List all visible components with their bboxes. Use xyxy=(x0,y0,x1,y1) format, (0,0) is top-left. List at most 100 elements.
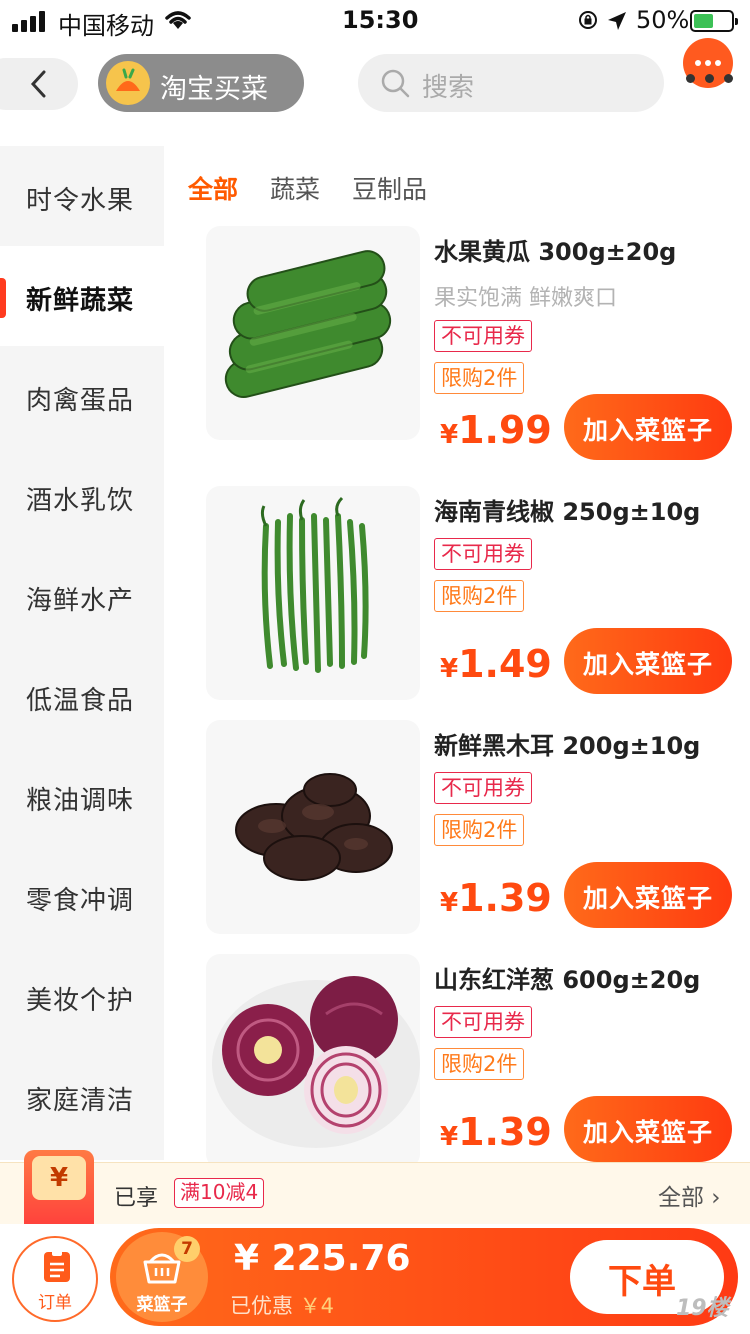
sidebar-item-label: 新鲜蔬菜 xyxy=(26,286,135,316)
no-coupon-tag: 不可用券 xyxy=(434,772,532,804)
product-price: ¥1.99 xyxy=(440,408,552,452)
sidebar-item-label: 肉禽蛋品 xyxy=(26,386,135,416)
sidebar-item-label: 低温食品 xyxy=(26,686,135,716)
product-price: ¥1.39 xyxy=(440,876,552,920)
signal-icon xyxy=(12,10,48,32)
button-label: 加入菜篮子 xyxy=(582,884,713,913)
carrier-name: 中国移动 xyxy=(58,12,154,40)
product-desc: 果实饱满 鲜嫩爽口 xyxy=(434,286,617,311)
chevron-left-icon xyxy=(30,70,46,98)
product-price: ¥1.39 xyxy=(440,1110,552,1154)
sidebar-item-label: 粮油调味 xyxy=(26,786,135,816)
product-card[interactable]: 山东红洋葱 600g±20g 不可用券 限购2件 ¥1.39 加入菜篮子 xyxy=(180,954,750,1188)
discount-bar xyxy=(0,1162,750,1224)
watermark: 19楼 xyxy=(676,1296,729,1321)
all-promotions-link[interactable]: 全部 › xyxy=(658,1178,721,1212)
product-image-red-onion[interactable] xyxy=(206,954,420,1168)
category-sidebar: 时令水果 新鲜蔬菜 肉禽蛋品 酒水乳饮 海鲜水产 低温食品 粮油调味 零食冲调 … xyxy=(0,146,164,1160)
tab-soy-products[interactable]: 豆制品 xyxy=(352,170,427,206)
product-card[interactable]: 水果黄瓜 300g±20g 果实饱满 鲜嫩爽口 不可用券 限购2件 ¥1.99 … xyxy=(180,226,750,460)
currency-symbol: ¥ xyxy=(440,888,459,918)
limit-tag: 限购2件 xyxy=(434,814,525,846)
add-to-basket-button[interactable]: 加入菜篮子 xyxy=(564,1096,732,1162)
no-coupon-tag: 不可用券 xyxy=(434,320,532,352)
orders-button[interactable]: 订单 xyxy=(12,1236,98,1322)
product-name: 海南青线椒 250g±10g xyxy=(434,498,701,526)
product-card[interactable]: 海南青线椒 250g±10g 不可用券 限购2件 ¥1.49 加入菜篮子 xyxy=(180,486,750,720)
currency-symbol: ¥ xyxy=(440,420,459,450)
sidebar-item-label: 酒水乳饮 xyxy=(26,486,135,516)
sidebar-item-snacks[interactable]: 零食冲调 xyxy=(0,846,164,946)
status-bar: 中国移动 15:30 50% xyxy=(0,0,750,40)
enjoyed-label: 已享 xyxy=(114,1186,159,1211)
active-indicator xyxy=(0,278,6,318)
search-placeholder: 搜索 xyxy=(422,73,475,103)
currency-symbol: ¥ xyxy=(440,654,459,684)
sidebar-item-drinks[interactable]: 酒水乳饮 xyxy=(0,446,164,546)
sidebar-item-label: 海鲜水产 xyxy=(26,586,135,616)
basket-count-badge: 7 xyxy=(174,1236,200,1262)
button-label: 加入菜篮子 xyxy=(582,650,713,679)
product-name: 水果黄瓜 300g±20g xyxy=(434,238,677,266)
wifi-icon xyxy=(165,11,191,29)
sidebar-item-beauty[interactable]: 美妆个护 xyxy=(0,946,164,1046)
rotation-lock-icon xyxy=(579,11,597,29)
product-image-cucumber[interactable] xyxy=(206,226,420,440)
basket-label: 菜篮子 xyxy=(136,1295,188,1315)
product-name: 山东红洋葱 600g±20g xyxy=(434,966,701,994)
sidebar-item-cleaning[interactable]: 家庭清洁 xyxy=(0,1046,164,1146)
no-coupon-tag: 不可用券 xyxy=(434,1006,532,1038)
add-to-basket-button[interactable]: 加入菜篮子 xyxy=(564,628,732,694)
battery-percent: 50% xyxy=(636,6,690,34)
saved-label: 已优惠 xyxy=(230,1294,293,1318)
add-to-basket-button[interactable]: 加入菜篮子 xyxy=(564,394,732,460)
limit-tag: 限购2件 xyxy=(434,1048,525,1080)
total-price: ¥ 225.76 xyxy=(234,1238,411,1279)
sidebar-item-label: 美妆个护 xyxy=(26,986,135,1016)
carrot-logo-icon xyxy=(106,61,150,105)
brand-name: 淘宝买菜 xyxy=(160,74,268,105)
price-value: 1.39 xyxy=(458,876,552,920)
sidebar-item-label: 零食冲调 xyxy=(26,886,135,916)
back-button[interactable] xyxy=(0,58,78,110)
sidebar-item-meat-eggs[interactable]: 肉禽蛋品 xyxy=(0,346,164,446)
more-menu-icon[interactable] xyxy=(686,74,734,86)
product-name: 新鲜黑木耳 200g±10g xyxy=(434,732,701,760)
saved-value: ￥4 xyxy=(299,1294,335,1318)
orders-label: 订单 xyxy=(38,1293,72,1313)
price-value: 1.49 xyxy=(458,642,552,686)
clock: 15:30 xyxy=(342,6,419,34)
product-image-chili[interactable] xyxy=(206,486,420,700)
product-image-black-fungus[interactable] xyxy=(206,720,420,934)
button-label: 加入菜篮子 xyxy=(582,416,713,445)
sidebar-item-fruit[interactable]: 时令水果 xyxy=(0,146,164,246)
sidebar-item-label: 家庭清洁 xyxy=(26,1086,135,1116)
search-input[interactable]: 搜索 xyxy=(358,54,664,112)
checkout-label: 下单 xyxy=(608,1262,676,1302)
tab-all[interactable]: 全部 xyxy=(188,170,238,206)
currency-symbol: ¥ xyxy=(440,1122,459,1152)
no-coupon-tag: 不可用券 xyxy=(434,538,532,570)
product-price: ¥1.49 xyxy=(440,642,552,686)
price-value: 1.99 xyxy=(458,408,552,452)
sidebar-item-vegetables[interactable]: 新鲜蔬菜 xyxy=(0,246,164,346)
sidebar-item-seafood[interactable]: 海鲜水产 xyxy=(0,546,164,646)
limit-tag: 限购2件 xyxy=(434,362,525,394)
brand-pill[interactable]: 淘宝买菜 xyxy=(98,54,304,112)
search-icon xyxy=(381,69,410,98)
add-to-basket-button[interactable]: 加入菜篮子 xyxy=(564,862,732,928)
product-card[interactable]: 新鲜黑木耳 200g±10g 不可用券 限购2件 ¥1.39 加入菜篮子 xyxy=(180,720,750,954)
coupon-badge: ¥ xyxy=(24,1150,94,1234)
sidebar-item-chilled[interactable]: 低温食品 xyxy=(0,646,164,746)
battery-icon xyxy=(690,10,738,32)
clipboard-icon xyxy=(44,1250,70,1282)
saved-amount: 已优惠 ￥4 xyxy=(230,1290,334,1320)
sidebar-item-label: 时令水果 xyxy=(26,186,135,216)
sidebar-item-grain-oil[interactable]: 粮油调味 xyxy=(0,746,164,846)
promo-tag: 满10减4 xyxy=(174,1178,265,1208)
button-label: 加入菜篮子 xyxy=(582,1118,713,1147)
limit-tag: 限购2件 xyxy=(434,580,525,612)
location-icon xyxy=(608,12,626,30)
yuan-coin-icon: ¥ xyxy=(32,1156,86,1200)
tab-vegetables[interactable]: 蔬菜 xyxy=(270,170,320,206)
